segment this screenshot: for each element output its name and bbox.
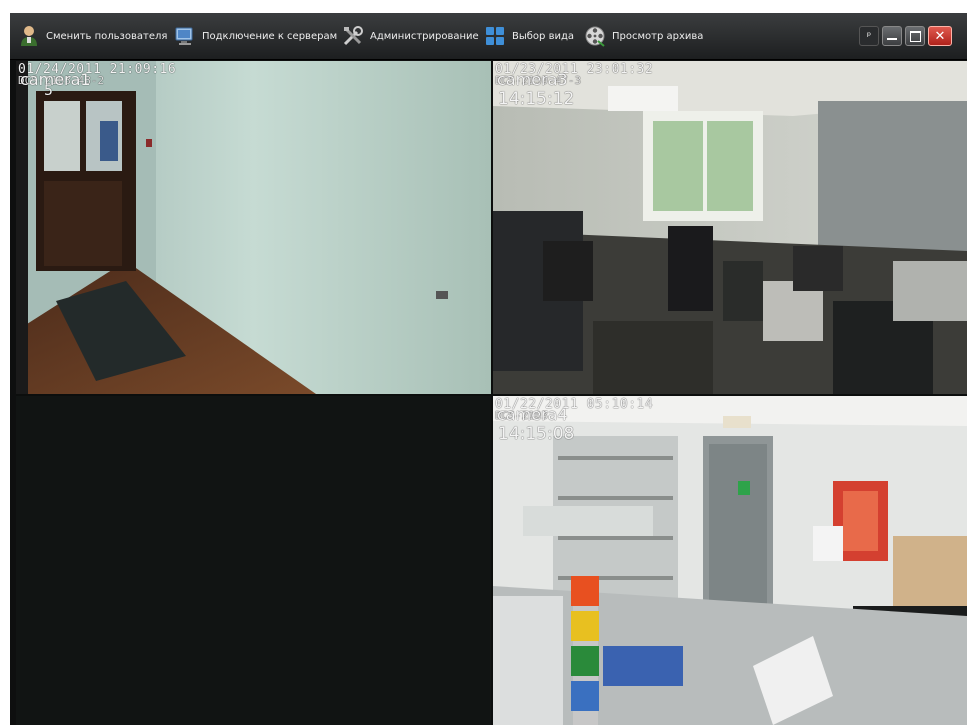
connect-servers-button[interactable]: Подключение к серверам — [174, 13, 337, 59]
switch-user-label: Сменить пользователя — [46, 30, 168, 42]
archive-view-label: Просмотр архива — [612, 30, 704, 42]
monitor-icon — [174, 25, 196, 47]
camera-tile-3[interactable] — [16, 396, 491, 725]
main-toolbar: Сменить пользователя Подключение к серве… — [10, 13, 967, 60]
surveillance-app-window: Сменить пользователя Подключение к серве… — [10, 13, 967, 725]
view-select-label: Выбор вида — [512, 30, 575, 42]
camera-4-time: 14:15:08 — [498, 424, 575, 444]
administration-label: Администрирование — [370, 30, 479, 42]
film-reel-icon — [584, 25, 606, 47]
switch-user-button[interactable]: Сменить пользователя — [18, 13, 167, 59]
minimize-button[interactable] — [882, 26, 902, 46]
user-icon — [18, 25, 40, 47]
grid-layout-icon — [484, 25, 506, 47]
camera-3-name: camera3 — [497, 70, 568, 89]
close-icon: ✕ — [934, 28, 946, 44]
camera-3-overlay: 01/23/2011 23:01:32 DCS-2130-47-3 camera… — [495, 63, 653, 108]
camera-tile-1[interactable]: 01/24/2011 21:09:16 DCS-2103-48-2 camera… — [16, 61, 491, 394]
camera-4-overlay: 01/22/2011 05:10:14 DCS-2103 camera4 14:… — [495, 398, 653, 443]
camera-3-feed — [493, 61, 967, 394]
connect-servers-label: Подключение к серверам — [202, 30, 338, 42]
camera-1-name: camera1 — [20, 70, 91, 89]
maximize-icon — [909, 30, 921, 42]
camera-3-time: 14:15:12 — [498, 89, 575, 109]
camera-grid: 01/24/2011 21:09:16 DCS-2103-48-2 camera… — [16, 61, 967, 725]
administration-button[interactable]: Администрирование — [342, 13, 479, 59]
tools-icon — [342, 25, 364, 47]
camera-4-name: camera4 — [497, 405, 568, 424]
camera-1-feed — [16, 61, 491, 394]
maximize-button[interactable] — [905, 26, 925, 46]
close-button[interactable]: ✕ — [928, 26, 952, 46]
view-select-button[interactable]: Выбор вида — [484, 13, 574, 59]
pin-button[interactable]: ᵖ — [859, 26, 879, 46]
archive-view-button[interactable]: Просмотр архива — [584, 13, 703, 59]
minimize-icon — [887, 38, 897, 40]
camera-1-time: 5 — [44, 83, 53, 99]
camera-tile-4[interactable]: 01/22/2011 05:10:14 DCS-2103 camera4 14:… — [493, 396, 967, 725]
pin-icon: ᵖ — [866, 30, 872, 42]
camera-tile-2[interactable]: 01/23/2011 23:01:32 DCS-2130-47-3 camera… — [493, 61, 967, 394]
camera-4-feed — [493, 396, 967, 725]
camera-1-overlay: 01/24/2011 21:09:16 DCS-2103-48-2 camera… — [18, 63, 176, 98]
